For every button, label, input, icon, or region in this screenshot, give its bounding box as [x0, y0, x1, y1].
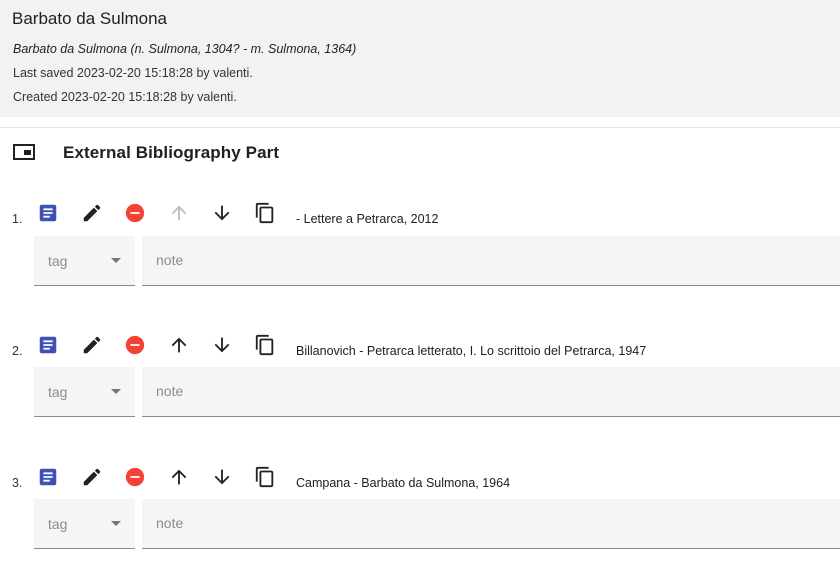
move-down-button[interactable] — [208, 331, 236, 359]
entry-citation: - Lettere a Petrarca, 2012 — [296, 212, 439, 226]
arrow-down-icon — [214, 205, 230, 221]
tag-select[interactable]: tag — [34, 367, 135, 417]
note-input[interactable] — [156, 252, 756, 268]
delete-entry-button[interactable] — [121, 463, 149, 491]
entry-number: 1. — [12, 212, 23, 226]
arrow-down-icon — [214, 469, 230, 485]
item-description: Barbato da Sulmona (n. Sulmona, 1304? - … — [13, 42, 357, 56]
bibliography-entry: 3. Campana - Barbato da Sulmona, 1964 ta… — [0, 463, 840, 570]
note-input[interactable] — [156, 515, 756, 531]
dropdown-arrow-icon — [111, 258, 121, 263]
remove-circle-icon — [125, 203, 145, 223]
entry-number: 2. — [12, 344, 23, 358]
view-entry-button[interactable] — [34, 331, 62, 359]
copy-icon — [255, 334, 274, 356]
move-up-button[interactable] — [165, 331, 193, 359]
note-field[interactable] — [142, 367, 840, 417]
entry-citation: Campana - Barbato da Sulmona, 1964 — [296, 476, 511, 490]
edit-entry-button[interactable] — [78, 463, 106, 491]
dropdown-arrow-icon — [111, 389, 121, 394]
tag-label: tag — [48, 516, 68, 532]
description-icon — [39, 336, 57, 354]
move-up-button[interactable] — [165, 463, 193, 491]
entry-number: 3. — [12, 476, 23, 490]
delete-entry-button[interactable] — [121, 331, 149, 359]
item-header-card: Barbato da Sulmona Barbato da Sulmona (n… — [0, 0, 840, 117]
move-down-button[interactable] — [208, 463, 236, 491]
move-down-button[interactable] — [208, 199, 236, 227]
tag-select[interactable]: tag — [34, 236, 135, 286]
edit-pencil-icon — [83, 468, 101, 486]
edit-entry-button[interactable] — [78, 199, 106, 227]
part-header: External Bibliography Part — [0, 140, 840, 168]
note-field[interactable] — [142, 499, 840, 549]
edit-pencil-icon — [83, 204, 101, 222]
remove-circle-icon — [125, 335, 145, 355]
remove-circle-icon — [125, 467, 145, 487]
description-icon — [39, 204, 57, 222]
created-info: Created 2023-02-20 15:18:28 by valenti. — [13, 90, 237, 104]
dropdown-arrow-icon — [111, 521, 121, 526]
picture-in-picture-icon — [13, 144, 35, 160]
part-title: External Bibliography Part — [63, 143, 280, 162]
bibliography-entry: 1. - Lettere a Petrarca, 2012 tag — [0, 199, 840, 311]
tag-label: tag — [48, 253, 68, 269]
arrow-up-icon — [171, 337, 187, 353]
view-entry-button[interactable] — [34, 463, 62, 491]
item-title: Barbato da Sulmona — [12, 9, 167, 28]
bibliography-entry: 2. Billanovich - Petrarca letterato, I. … — [0, 331, 840, 443]
header-divider — [0, 127, 840, 128]
copy-entry-button[interactable] — [251, 463, 279, 491]
copy-icon — [255, 466, 274, 488]
note-input[interactable] — [156, 383, 756, 399]
copy-entry-button[interactable] — [251, 199, 279, 227]
move-up-button[interactable] — [165, 199, 193, 227]
arrow-up-icon — [171, 469, 187, 485]
note-field[interactable] — [142, 236, 840, 286]
copy-icon — [255, 202, 274, 224]
tag-label: tag — [48, 384, 68, 400]
description-icon — [39, 468, 57, 486]
arrow-down-icon — [214, 337, 230, 353]
last-saved-info: Last saved 2023-02-20 15:18:28 by valent… — [13, 66, 253, 80]
entry-citation: Billanovich - Petrarca letterato, I. Lo … — [296, 344, 647, 358]
delete-entry-button[interactable] — [121, 199, 149, 227]
tag-select[interactable]: tag — [34, 499, 135, 549]
edit-pencil-icon — [83, 336, 101, 354]
copy-entry-button[interactable] — [251, 331, 279, 359]
edit-entry-button[interactable] — [78, 331, 106, 359]
arrow-up-icon — [171, 205, 187, 221]
view-entry-button[interactable] — [34, 199, 62, 227]
